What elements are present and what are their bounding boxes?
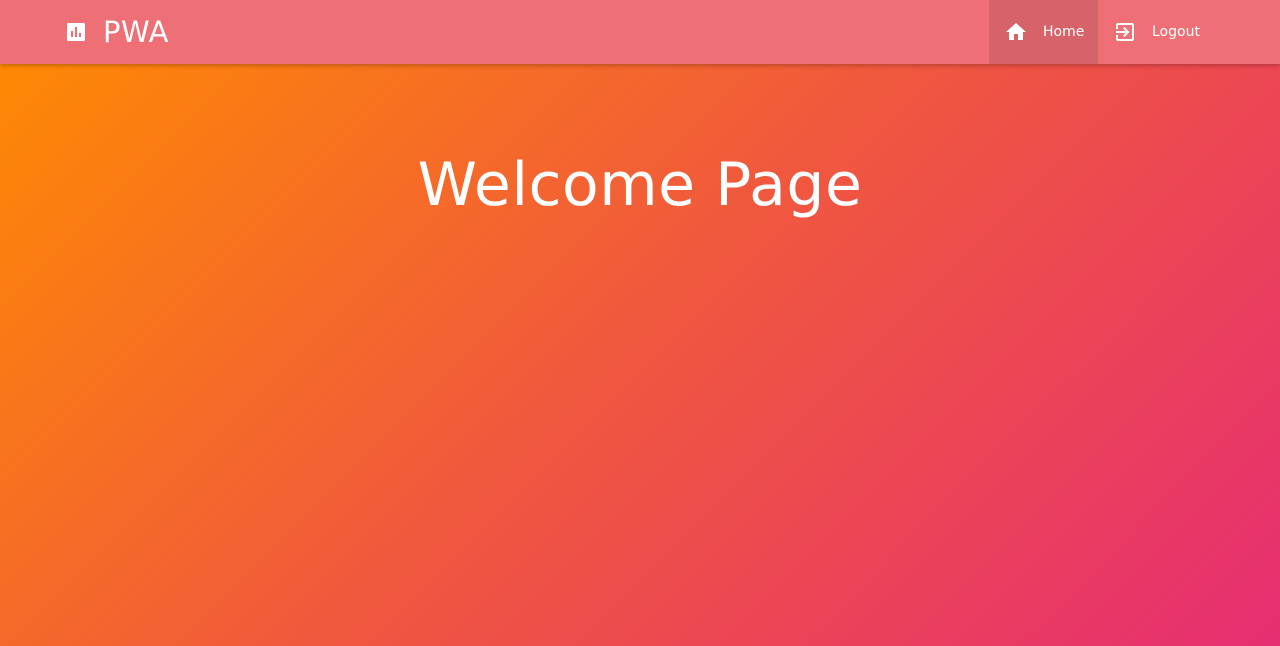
page-title: Welcome Page <box>417 150 863 220</box>
bar-chart-icon <box>66 22 86 42</box>
brand-link[interactable]: PWA <box>66 0 169 64</box>
top-navbar: PWA Home Logout <box>0 0 1280 64</box>
logout-icon <box>1113 20 1137 44</box>
home-icon <box>1004 20 1028 44</box>
nav-item-home[interactable]: Home <box>989 0 1098 64</box>
nav-item-logout[interactable]: Logout <box>1098 0 1216 64</box>
nav-menu: Home Logout <box>989 0 1216 64</box>
nav-item-label: Logout <box>1152 24 1200 40</box>
brand-title: PWA <box>103 15 169 49</box>
nav-item-label: Home <box>1043 24 1085 40</box>
